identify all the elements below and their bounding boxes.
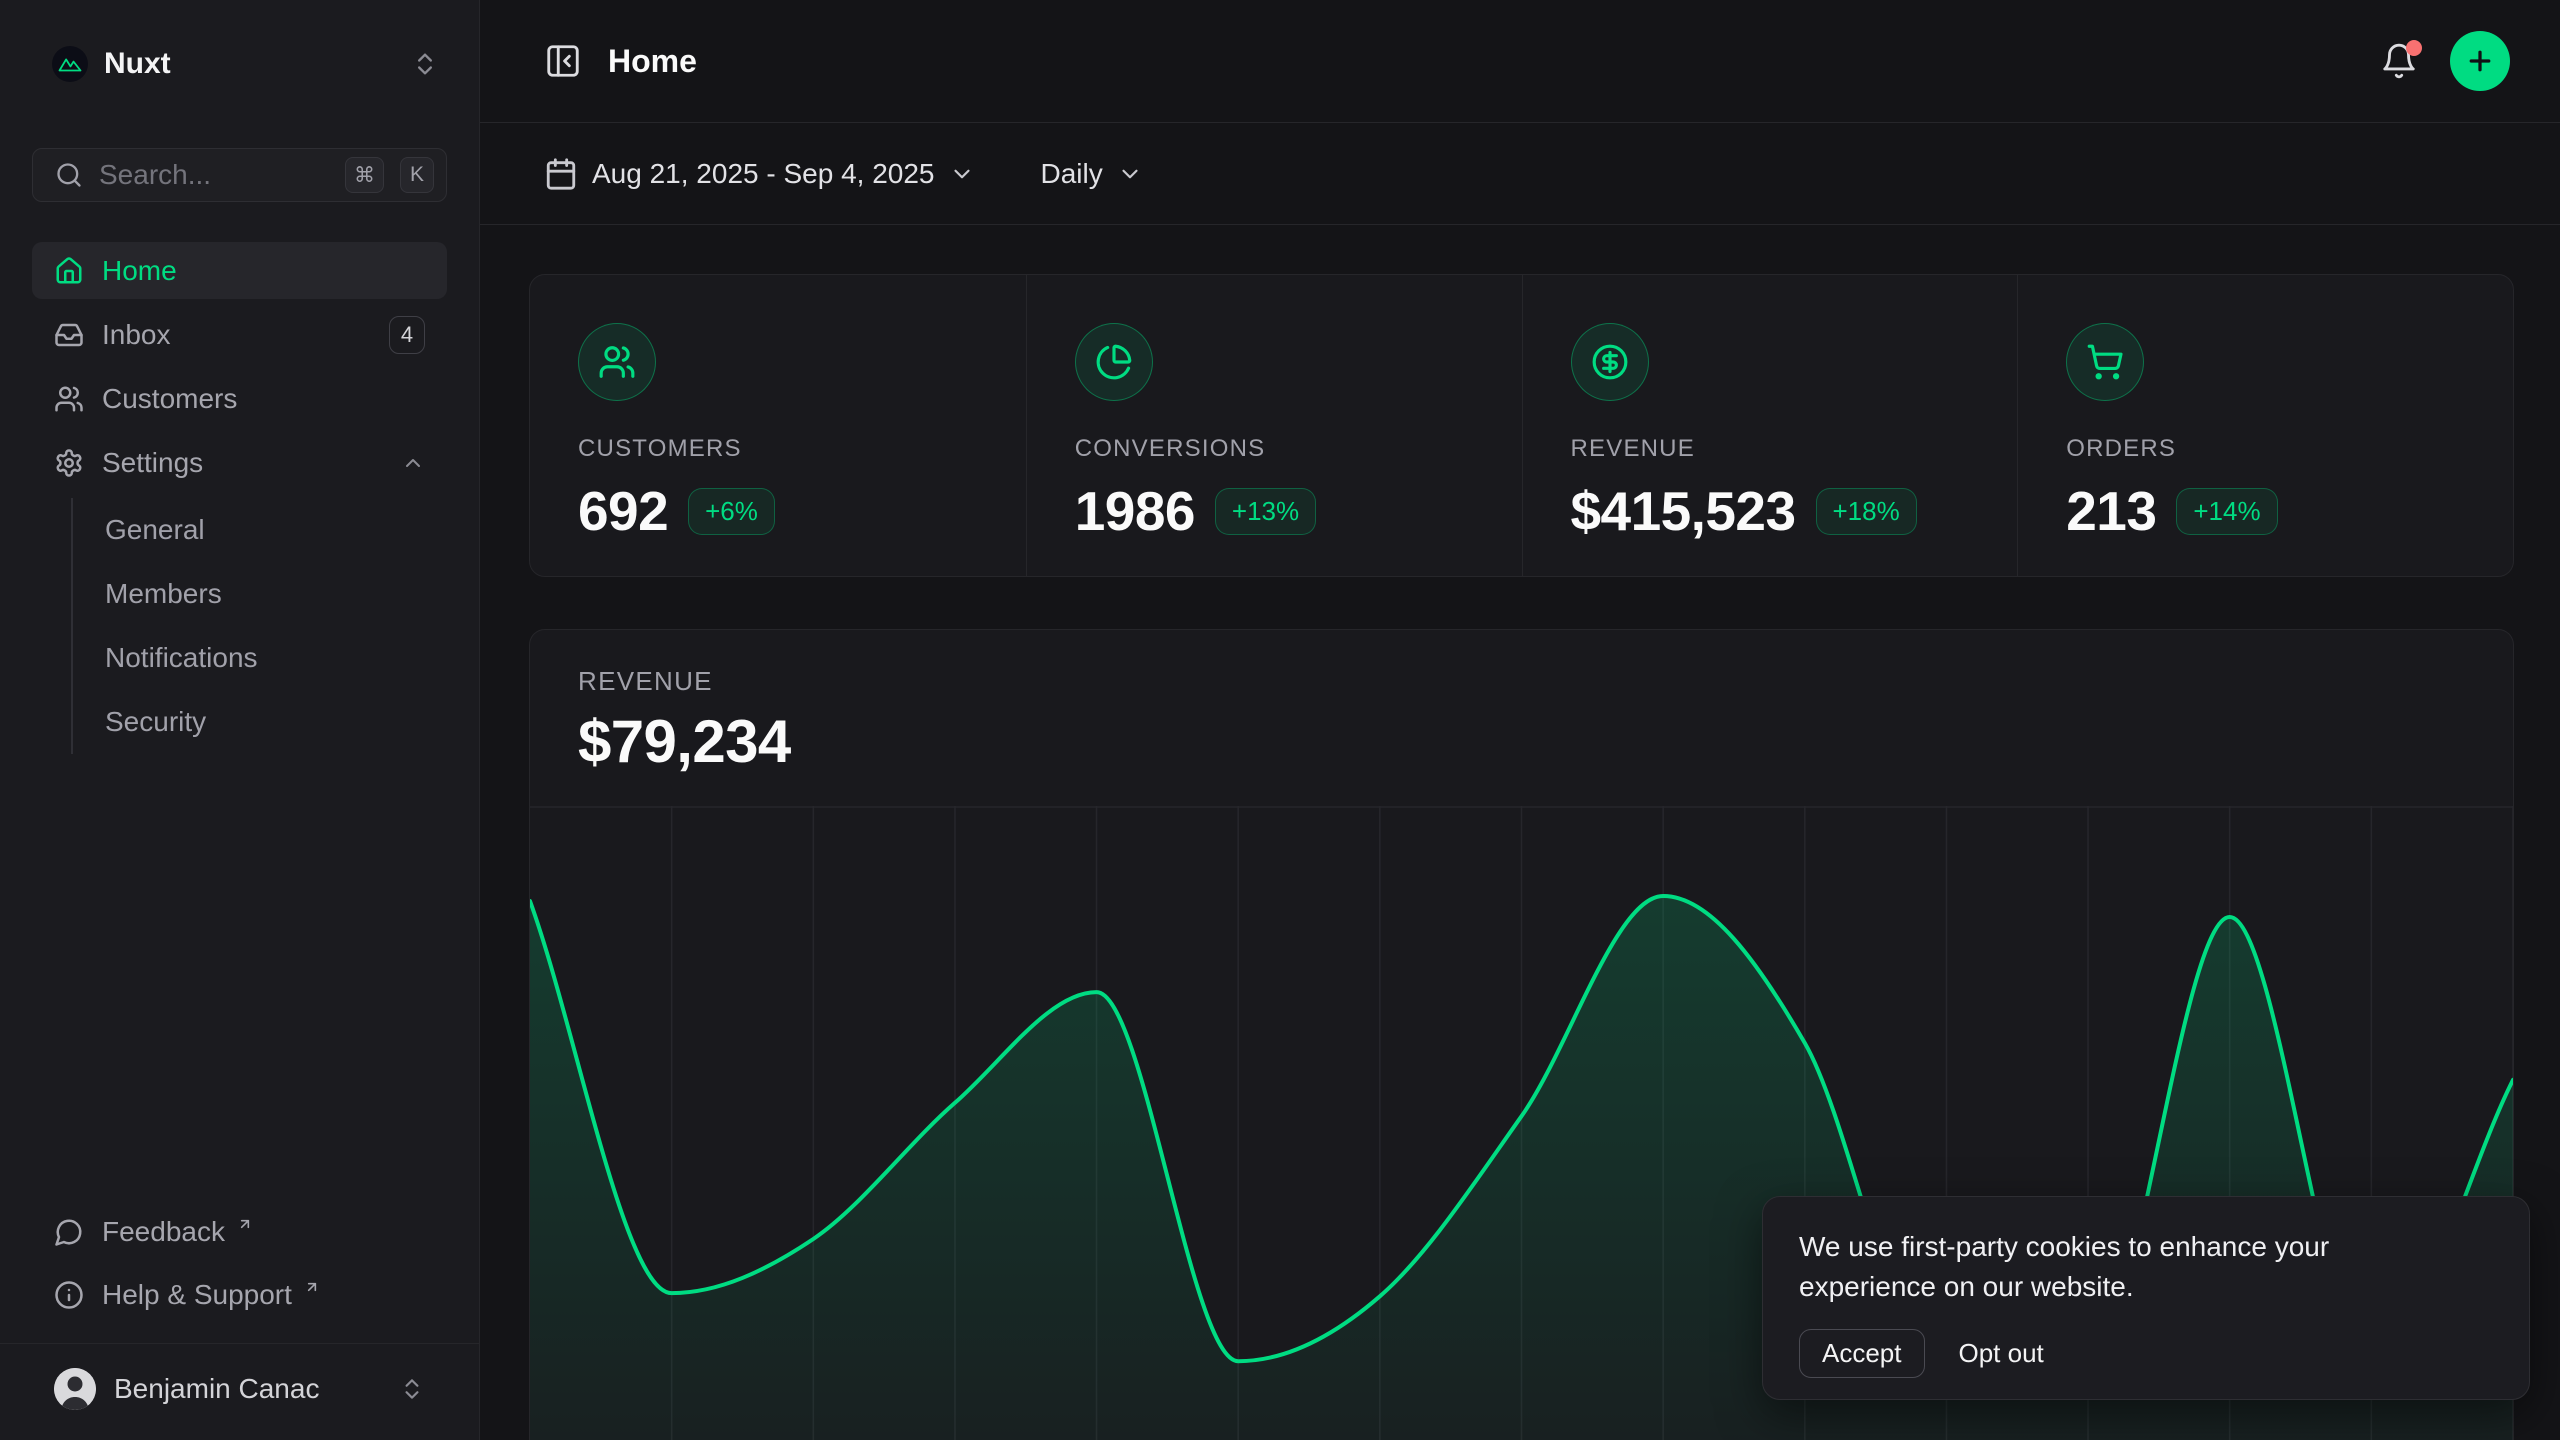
chart-total-value: $79,234 <box>578 707 2465 776</box>
chevron-down-icon <box>1117 161 1143 187</box>
page-title: Home <box>608 43 697 80</box>
settings-children: General Members Notifications Security <box>71 498 447 754</box>
stat-value: 1986 <box>1075 479 1195 543</box>
shopping-cart-icon <box>2066 323 2144 401</box>
chevron-up-icon <box>401 451 425 475</box>
sidebar-item-home[interactable]: Home <box>32 242 447 299</box>
calendar-icon <box>544 157 578 191</box>
sidebar-item-label: Help & Support <box>102 1279 292 1311</box>
sidebar-item-label: Settings <box>102 447 203 479</box>
kbd-k: K <box>400 157 434 193</box>
optout-cookies-button[interactable]: Opt out <box>1959 1330 2044 1377</box>
header: Home <box>480 0 2560 123</box>
stat-customers[interactable]: CUSTOMERS 692 +6% <box>530 275 1026 576</box>
stat-value: 213 <box>2066 479 2156 543</box>
sidebar-footer: Feedback Help & Support <box>32 1203 447 1329</box>
stat-delta-badge: +18% <box>1816 488 1917 535</box>
plus-icon <box>2465 46 2495 76</box>
circle-dollar-sign-icon <box>1571 323 1649 401</box>
sidebar-item-general[interactable]: General <box>105 498 447 562</box>
sidebar-item-security[interactable]: Security <box>105 690 447 754</box>
stat-label: ORDERS <box>2066 435 2513 463</box>
filters-bar: Aug 21, 2025 - Sep 4, 2025 Daily <box>480 123 2560 225</box>
gear-icon <box>54 448 84 478</box>
workspace-selector[interactable]: Nuxt <box>32 42 447 86</box>
inbox-icon <box>54 320 84 350</box>
stat-delta-badge: +6% <box>688 488 775 535</box>
date-range-value: Aug 21, 2025 - Sep 4, 2025 <box>592 158 935 190</box>
sidebar-item-customers[interactable]: Customers <box>32 370 447 427</box>
stat-delta-badge: +13% <box>1215 488 1316 535</box>
sidebar-item-inbox[interactable]: Inbox 4 <box>32 306 447 363</box>
sidebar-item-notifications[interactable]: Notifications <box>105 626 447 690</box>
chevrons-up-down-icon <box>399 1376 425 1402</box>
sidebar-item-label: Feedback <box>102 1216 225 1248</box>
cookie-banner: We use first-party cookies to enhance yo… <box>1762 1196 2530 1400</box>
search-icon <box>55 161 83 189</box>
user-menu[interactable]: Benjamin Canac <box>32 1344 447 1440</box>
sidebar: Nuxt ⌘ K Home Inbox 4 <box>0 0 480 1440</box>
chart-label: REVENUE <box>578 666 2465 697</box>
sidebar-item-help-support[interactable]: Help & Support <box>32 1266 447 1323</box>
sidebar-item-feedback[interactable]: Feedback <box>32 1203 447 1260</box>
users-icon <box>54 384 84 414</box>
cookie-message: We use first-party cookies to enhance yo… <box>1799 1227 2379 1307</box>
kbd-cmd: ⌘ <box>345 157 384 193</box>
stat-label: CUSTOMERS <box>578 435 1026 463</box>
users-icon <box>578 323 656 401</box>
stat-label: CONVERSIONS <box>1075 435 1522 463</box>
chevrons-up-down-icon <box>411 50 439 78</box>
stat-delta-badge: +14% <box>2176 488 2277 535</box>
inbox-count-badge: 4 <box>389 316 425 354</box>
accept-cookies-button[interactable]: Accept <box>1799 1329 1925 1378</box>
granularity-select[interactable]: Daily <box>1041 158 1143 190</box>
sidebar-item-label: Customers <box>102 383 237 415</box>
granularity-value: Daily <box>1041 158 1103 190</box>
notifications-button[interactable] <box>2380 42 2418 80</box>
sidebar-nav: Home Inbox 4 Customers Settings Ge <box>32 242 447 760</box>
workspace-name: Nuxt <box>104 47 171 81</box>
sidebar-item-settings[interactable]: Settings <box>32 434 447 491</box>
info-circle-icon <box>54 1280 84 1310</box>
message-circle-icon <box>54 1217 84 1247</box>
stat-value: $415,523 <box>1571 479 1796 543</box>
sidebar-item-label: Home <box>102 255 177 287</box>
stat-revenue[interactable]: REVENUE $415,523 +18% <box>1522 275 2018 576</box>
avatar <box>54 1368 96 1410</box>
chart-pie-icon <box>1075 323 1153 401</box>
external-link-icon <box>304 1279 320 1295</box>
stat-orders[interactable]: ORDERS 213 +14% <box>2017 275 2513 576</box>
search-input[interactable] <box>99 159 329 191</box>
stats-card: CUSTOMERS 692 +6% CONVERSIONS 1986 +13% <box>529 274 2514 577</box>
user-name: Benjamin Canac <box>114 1373 319 1405</box>
stat-value: 692 <box>578 479 668 543</box>
nuxt-logo-icon <box>52 46 88 82</box>
chevron-down-icon <box>949 161 975 187</box>
add-button[interactable] <box>2450 31 2510 91</box>
sidebar-item-label: Inbox <box>102 319 171 351</box>
house-icon <box>54 256 84 286</box>
external-link-icon <box>237 1216 253 1232</box>
search-bar[interactable]: ⌘ K <box>32 148 447 202</box>
stat-conversions[interactable]: CONVERSIONS 1986 +13% <box>1026 275 1522 576</box>
notification-dot <box>2406 40 2422 56</box>
date-range-picker[interactable]: Aug 21, 2025 - Sep 4, 2025 <box>544 157 975 191</box>
sidebar-item-members[interactable]: Members <box>105 562 447 626</box>
stat-label: REVENUE <box>1571 435 2018 463</box>
collapse-sidebar-button[interactable] <box>544 42 582 80</box>
